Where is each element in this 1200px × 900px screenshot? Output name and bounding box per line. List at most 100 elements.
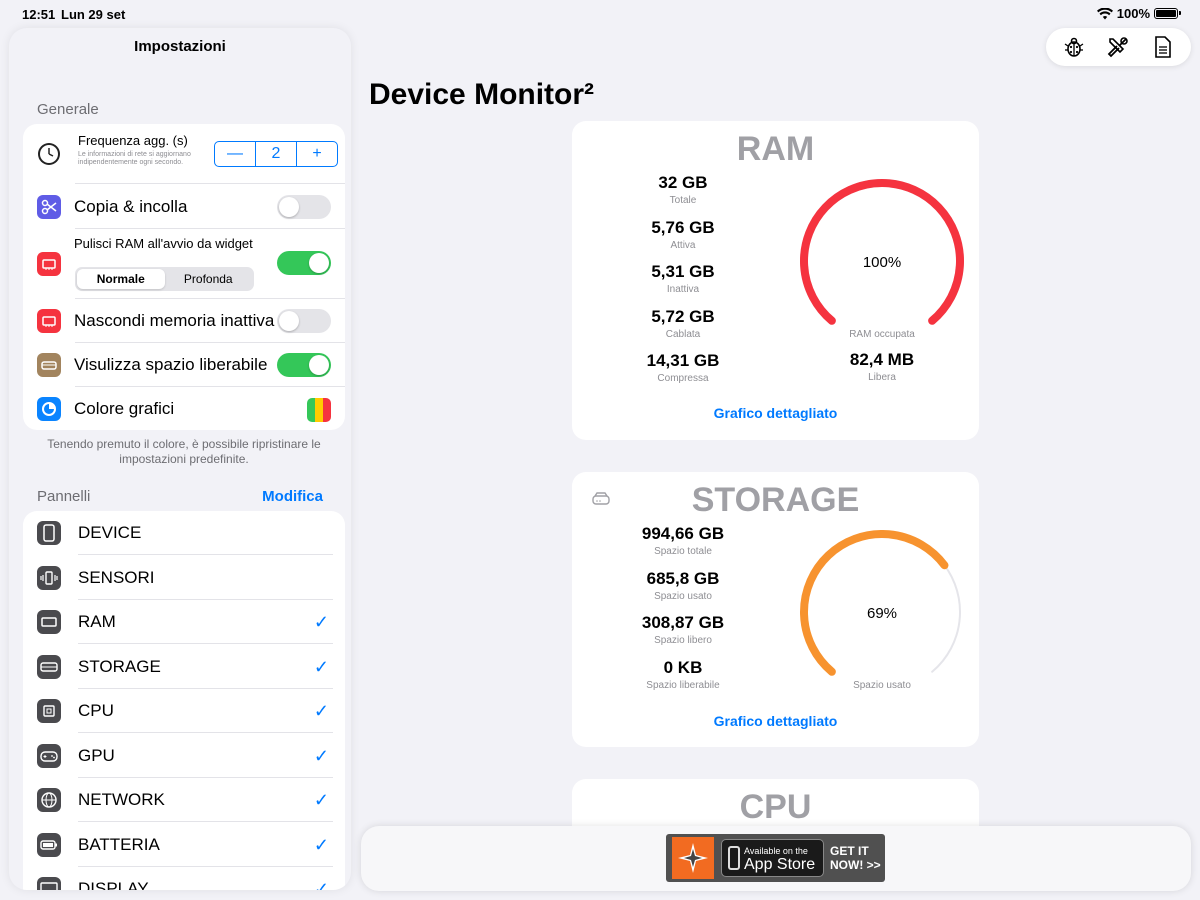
ram-card: RAM 32 GB Totale 5,76 GB Attiva 5,31 GB Inatt… <box>572 121 979 440</box>
panel-row-display[interactable]: DISPLAY ✓ <box>23 867 345 890</box>
checkmark-icon: ✓ <box>313 834 329 855</box>
top-toolbar <box>1046 28 1191 66</box>
sidebar-title: Impostazioni <box>134 38 226 55</box>
refresh-value: 2 <box>255 142 297 166</box>
vibration-icon <box>37 565 61 590</box>
storage-stat: 0 KB Spazio liberabile <box>646 657 720 691</box>
mode-deep[interactable]: Profonda <box>165 269 253 289</box>
panel-label: DEVICE <box>78 523 142 542</box>
ram-free: 82,4 MB Libera <box>849 350 915 383</box>
panel-row-device[interactable]: DEVICE <box>23 511 345 555</box>
clean-ram-row: Pulisci RAM all'avvio da widget Normale … <box>23 229 345 299</box>
battery-percent: 100% <box>1116 6 1150 21</box>
checkmark-icon: ✓ <box>313 612 329 632</box>
gamecontroller-icon <box>37 743 61 768</box>
ram-stat: 5,72 GB Cablata <box>651 306 715 340</box>
hide-inactive-toggle[interactable] <box>277 309 331 333</box>
show-freeable-toggle[interactable] <box>277 353 331 377</box>
memory-icon <box>37 309 61 333</box>
storage-gauge-arc <box>800 530 949 676</box>
refresh-label: Frequenza agg. (s) <box>78 133 188 148</box>
storage-detail-link[interactable]: Grafico dettagliato <box>572 713 979 729</box>
checkmark-icon: ✓ <box>313 879 329 890</box>
general-group: Frequenza agg. (s) Le informazioni di re… <box>23 124 345 430</box>
show-freeable-row: Visulizza spazio liberabile <box>23 343 345 387</box>
storage-stat: 308,87 GB Spazio libero <box>641 613 725 646</box>
ladybug-icon <box>1064 37 1084 57</box>
panel-row-network[interactable]: NETWORK ✓ <box>23 778 345 822</box>
drive-icon <box>37 654 61 679</box>
general-header: Generale <box>37 101 99 118</box>
drive-icon <box>37 353 61 377</box>
panel-row-cpu[interactable]: CPU ✓ <box>23 689 345 733</box>
date: Lun 29 set <box>61 7 126 22</box>
ad-cta: GET IT NOW! >> <box>830 844 881 872</box>
wrench-screwdriver-icon <box>1108 37 1129 58</box>
hide-inactive-row: Nascondi memoria inattiva <box>23 299 345 343</box>
checkmark-icon: ✓ <box>313 656 329 677</box>
color-swatch[interactable] <box>307 398 331 422</box>
compass-icon <box>672 837 714 879</box>
panel-row-sensori[interactable]: SENSORI <box>23 556 345 600</box>
ram-stat: 5,31 GB Inattiva <box>651 262 715 295</box>
pie-chart-icon <box>37 397 61 421</box>
refresh-note: Le informazioni di rete si aggiornano in… <box>78 151 191 166</box>
ram-gauge-caption: RAM occupata <box>849 329 915 340</box>
status-right: 100% <box>1096 6 1181 21</box>
copy-paste-row: Copia & incolla <box>23 184 345 229</box>
app-title: Device Monitor² <box>369 78 595 111</box>
panel-row-ram[interactable]: RAM ✓ <box>23 600 345 644</box>
ad-bar: Available on the App Store GET IT NOW! >… <box>361 826 1191 891</box>
decrement-button[interactable]: — <box>215 142 255 166</box>
memory-icon <box>37 610 61 634</box>
clean-ram-toggle[interactable] <box>277 251 331 275</box>
panel-label: GPU <box>78 745 115 765</box>
chart-colors-row[interactable]: Colore grafici <box>23 387 345 430</box>
panel-label: STORAGE <box>78 656 161 676</box>
chart-colors-label: Colore grafici <box>74 399 175 418</box>
panel-row-batteria[interactable]: BATTERIA ✓ <box>23 823 345 867</box>
edit-button[interactable]: Modifica <box>262 488 323 505</box>
ram-title: RAM <box>736 130 815 168</box>
checkmark-icon: ✓ <box>313 701 329 721</box>
panel-label: SENSORI <box>78 567 155 587</box>
settings-sidebar: Impostazioni Generale Frequenza agg. (s)… <box>9 28 351 890</box>
cpu-title: CPU <box>739 788 812 826</box>
panel-row-storage[interactable]: STORAGE ✓ <box>23 645 345 689</box>
checkmark-icon: ✓ <box>313 745 329 766</box>
app-store-ad[interactable]: Available on the App Store GET IT NOW! >… <box>666 834 885 882</box>
color-footnote: Tenendo premuto il colore, è possibile r… <box>47 437 321 466</box>
storage-card: STORAGE 994,66 GB Spazio totale 685,8 GB Sp… <box>572 472 979 747</box>
tools-button[interactable] <box>1103 32 1133 62</box>
panel-label: BATTERIA <box>78 834 160 854</box>
ad-big-text: App Store <box>744 856 816 873</box>
panel-label: RAM <box>78 612 116 631</box>
hide-inactive-label: Nascondi memoria inattiva <box>74 311 275 330</box>
ipad-icon <box>37 521 61 545</box>
clean-mode-segmented: Normale Profonda <box>75 267 254 291</box>
ram-stat: 32 GB Totale <box>658 173 708 206</box>
document-button[interactable] <box>1148 32 1178 62</box>
show-freeable-label: Visulizza spazio liberabile <box>74 355 268 374</box>
clock-icon <box>37 142 61 166</box>
panel-label: CPU <box>78 701 114 720</box>
refresh-row: Frequenza agg. (s) Le informazioni di re… <box>23 124 345 184</box>
battery-icon <box>37 832 61 857</box>
ram-stat: 5,76 GB Attiva <box>651 217 715 251</box>
storage-gauge-caption: Spazio usato <box>853 680 911 691</box>
battery-icon <box>1154 8 1181 19</box>
mode-normal[interactable]: Normale <box>77 269 165 289</box>
bug-button[interactable] <box>1059 32 1089 62</box>
panel-label: DISPLAY <box>78 879 149 890</box>
copy-paste-label: Copia & incolla <box>74 197 188 216</box>
storage-gauge-value: 69% <box>866 605 898 622</box>
copy-paste-toggle[interactable] <box>277 195 331 219</box>
checkmark-icon: ✓ <box>313 790 329 810</box>
document-icon <box>1155 36 1171 58</box>
panels-header: Pannelli <box>37 488 91 505</box>
panel-row-gpu[interactable]: GPU ✓ <box>23 734 345 778</box>
clock: 12:51 <box>22 7 56 22</box>
ram-detail-link[interactable]: Grafico dettagliato <box>572 405 979 421</box>
increment-button[interactable]: + <box>297 142 337 166</box>
display-icon <box>37 877 61 890</box>
